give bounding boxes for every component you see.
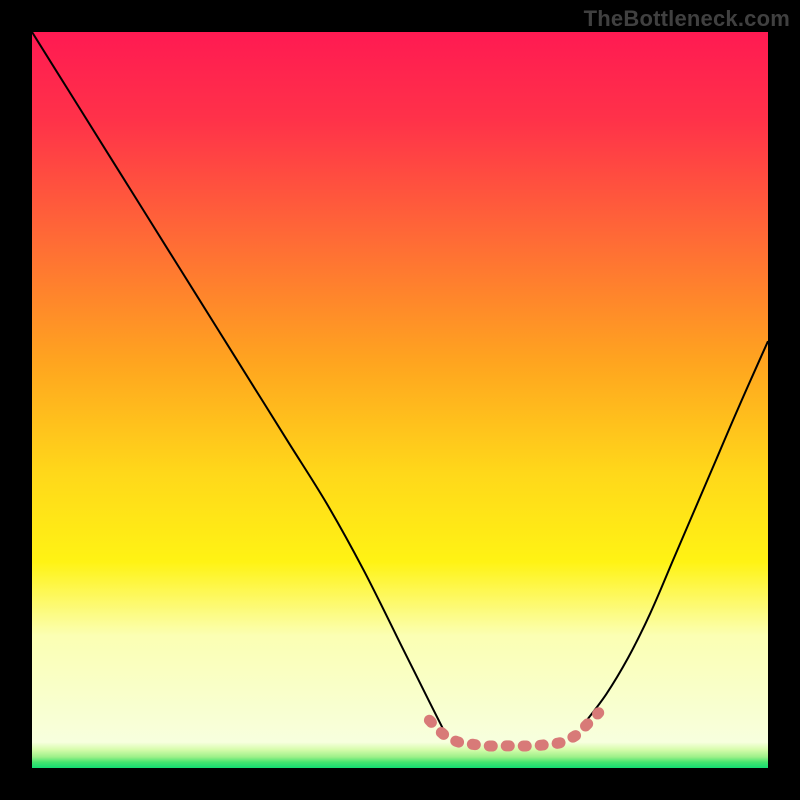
bottleneck-chart: [32, 32, 768, 768]
watermark-label: TheBottleneck.com: [584, 6, 790, 32]
plot-area: [32, 32, 768, 768]
chart-frame: TheBottleneck.com: [0, 0, 800, 800]
heat-gradient-bg: [32, 32, 768, 768]
